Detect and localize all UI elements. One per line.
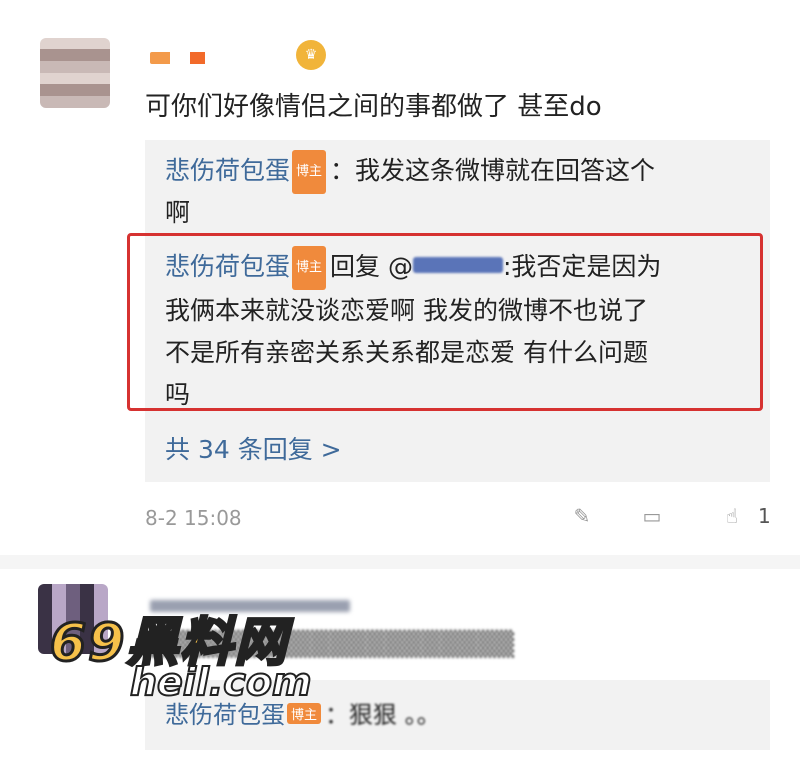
like-count: 1 <box>758 504 771 528</box>
reply-text: :我否定是因为 <box>502 252 662 281</box>
watermark-logo: 69黑料网 heil.com <box>40 600 370 720</box>
reply-text: ：我发这条微博就在回答这个 <box>330 156 656 185</box>
mention-blurred[interactable] <box>412 257 503 273</box>
reply-text-cont: 我俩本来就没谈恋爱啊 我发的微博不也说了 <box>165 296 648 325</box>
share-icon[interactable]: ✎ <box>570 504 594 528</box>
blogger-badge: 博主 <box>292 246 327 290</box>
username-blurred[interactable] <box>150 52 250 64</box>
like-icon[interactable]: ☝ <box>720 504 744 528</box>
reply-author[interactable]: 悲伤荷包蛋 <box>165 252 290 281</box>
reply-author[interactable]: 悲伤荷包蛋 <box>165 156 290 185</box>
more-replies-link[interactable]: 共 34 条回复 > <box>165 430 342 466</box>
vip-crown-icon: ♛ <box>296 40 326 70</box>
reply-prefix: 回复 @ <box>330 252 413 281</box>
blogger-badge: 博主 <box>292 150 327 194</box>
reply-item[interactable]: 悲伤荷包蛋 博主 回复 @ :我否定是因为 <box>165 246 661 290</box>
reply-item[interactable]: 悲伤荷包蛋 博主 ：我发这条微博就在回答这个 <box>165 150 655 194</box>
reply-text-cont: 啊 <box>165 198 191 227</box>
reply-text-cont: 吗 <box>165 380 191 409</box>
watermark-line2: heil.com <box>129 659 313 705</box>
divider <box>0 555 800 569</box>
reply-text-cont: 不是所有亲密关系关系都是恋爱 有什么问题 <box>165 338 648 367</box>
timestamp: 8-2 15:08 <box>145 506 242 530</box>
comment-icon[interactable]: ▭ <box>640 504 664 528</box>
avatar[interactable] <box>40 38 110 108</box>
comment-text: 可你们好像情侣之间的事都做了 甚至do <box>145 92 602 122</box>
